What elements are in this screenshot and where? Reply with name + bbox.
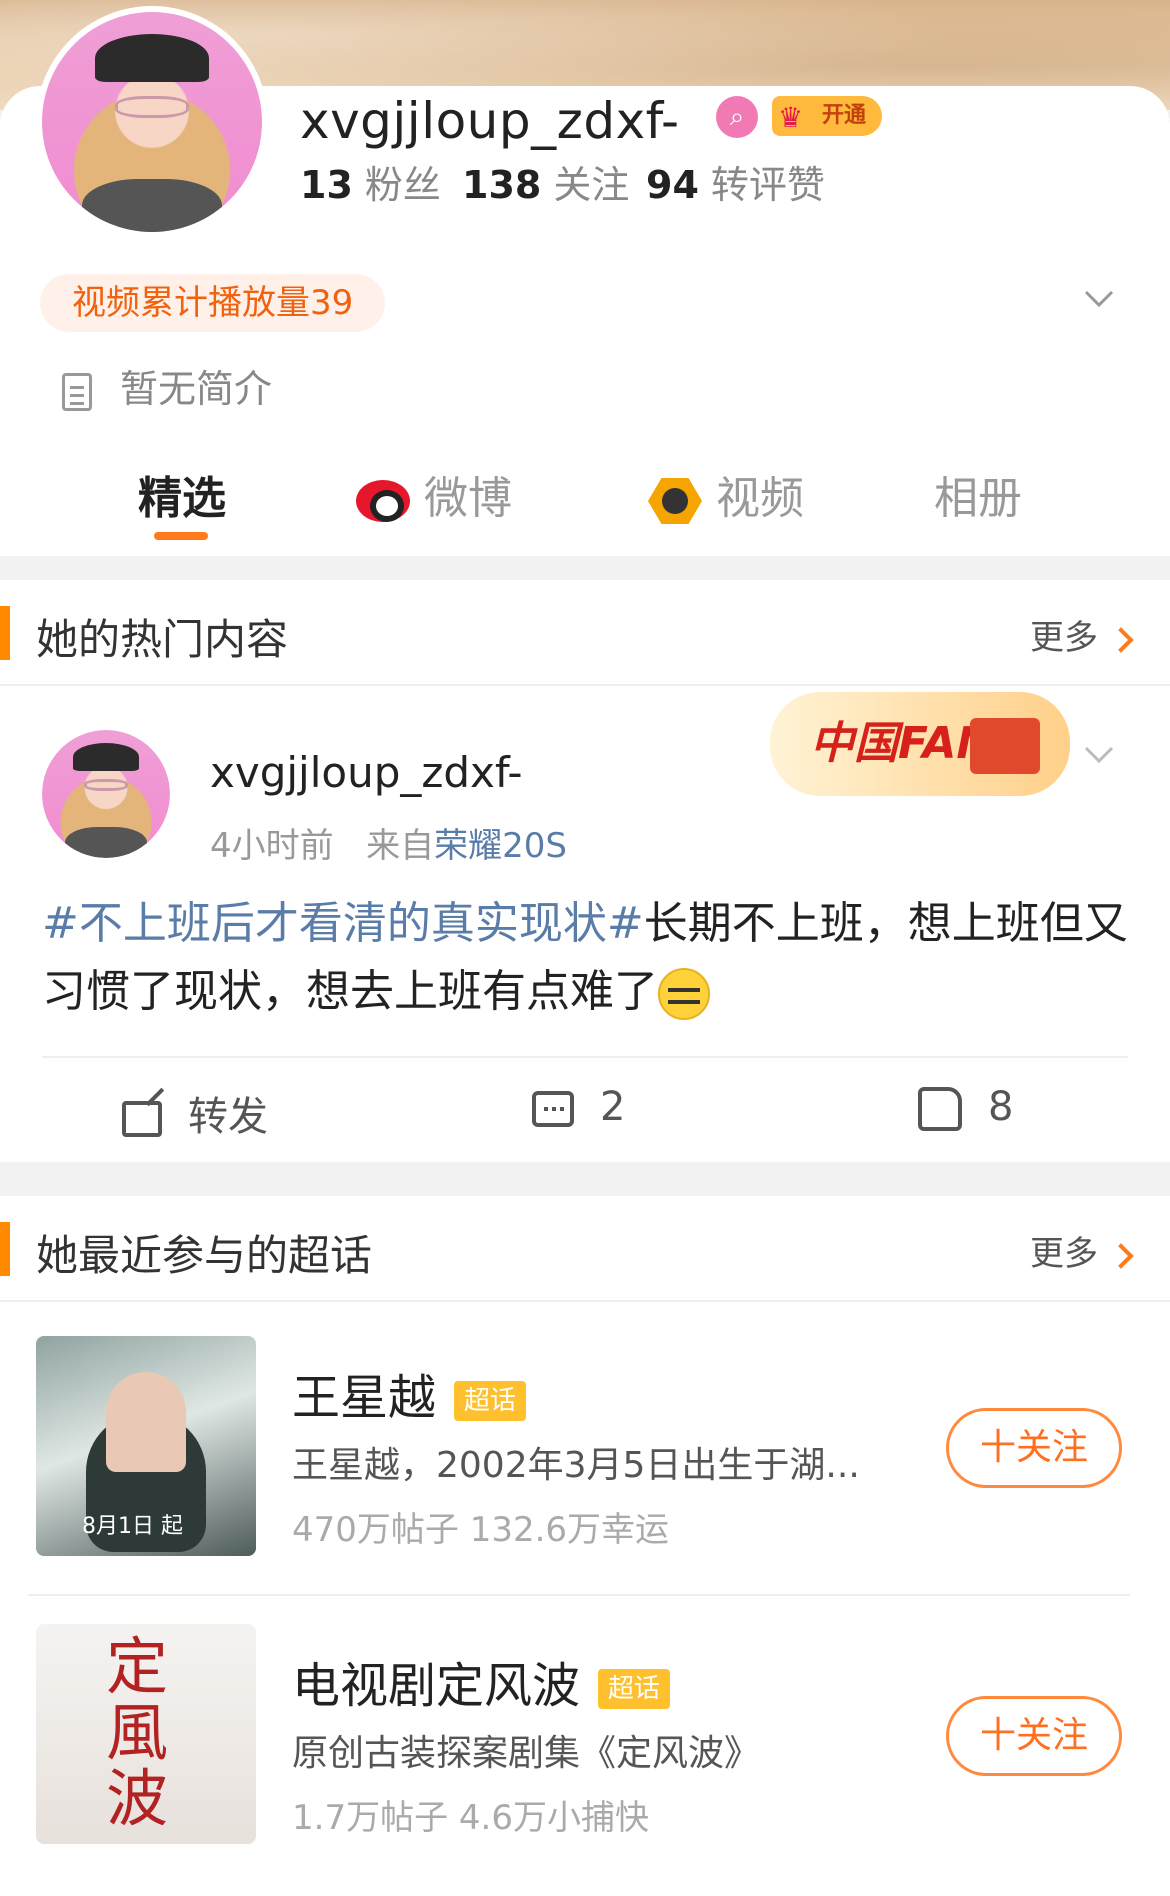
super-topic-tag: 超话 (598, 1669, 671, 1709)
active-tab-indicator (154, 532, 208, 540)
super-more-link[interactable]: 更多 (1030, 1226, 1134, 1275)
super-topic-name: 王星越 超话 (292, 1358, 527, 1428)
video-plays-pill[interactable]: 视频累计播放量39 (40, 274, 386, 332)
comment-icon (532, 1091, 574, 1127)
post-author-name[interactable]: xvgjjloup_zdxf- (210, 748, 523, 797)
post-text: #不上班后才看清的真实现状#长期不上班，想上班但又习惯了现状，想去上班有点难了 (42, 890, 1132, 1026)
vip-open-badge[interactable]: ♛ 开通 (772, 96, 883, 136)
super-topic-item[interactable]: 电视剧定风波超话 原创古装探案剧集《定风波》 1.7万帖子 4.6万小捕快 十关… (0, 1624, 1170, 1864)
hot-section-title: 她的热门内容 (36, 615, 289, 664)
section-accent-bar (0, 606, 10, 660)
thumbnail-caption: 8月1日 起 (82, 1514, 183, 1539)
bio-text: 暂无简介 (120, 367, 273, 411)
repost-button[interactable]: 转发 (122, 1084, 268, 1142)
share-icon (122, 1101, 162, 1137)
tab-featured[interactable]: 精选 (138, 462, 226, 526)
super-topic-desc: 原创古装探案剧集《定风波》 (292, 1733, 761, 1774)
hot-more-link[interactable]: 更多 (1030, 610, 1134, 659)
post-author-avatar[interactable] (42, 730, 170, 858)
super-section-header: 她最近参与的超话 更多 (0, 1196, 1170, 1302)
post-meta: 4小时前 来自荣耀20S (210, 818, 567, 867)
comment-button[interactable]: 2 (532, 1084, 625, 1130)
chevron-right-icon (1108, 1242, 1134, 1269)
tab-weibo[interactable]: 微博 (356, 462, 512, 526)
crown-icon: ♛ (778, 101, 804, 134)
stat-interactions[interactable]: 94 转评赞 (646, 154, 825, 209)
profile-username: xvgjjloup_zdxf- (300, 92, 680, 150)
hot-section-header: 她的热门内容 更多 (0, 580, 1170, 686)
section-accent-bar (0, 1222, 10, 1276)
super-topic-desc: 王星越，2002年3月5日出生于湖... (292, 1445, 860, 1486)
thumbs-up-icon (918, 1087, 962, 1131)
divider (42, 1056, 1128, 1058)
super-section-title: 她最近参与的超话 (36, 1231, 373, 1280)
bio: 暂无简介 (62, 358, 272, 413)
tab-album[interactable]: 相册 (934, 462, 1022, 526)
tab-video[interactable]: 视频 (648, 462, 804, 526)
super-topic-tag: 超话 (454, 1381, 527, 1421)
expand-chevron-icon[interactable] (1084, 284, 1114, 314)
super-topic-stats: 470万帖子 132.6万幸运 (292, 1510, 670, 1550)
post-device[interactable]: 荣耀20S (434, 826, 567, 866)
document-icon (62, 372, 92, 411)
weibo-logo-icon (356, 480, 410, 522)
super-search-icon[interactable]: ⌕ (716, 96, 758, 138)
vip-open-label: 开通 (822, 103, 867, 128)
super-topic-stats: 1.7万帖子 4.6万小捕快 (292, 1798, 649, 1838)
post-topic-link[interactable]: #不上班后才看清的真实现状# (42, 898, 644, 949)
speechless-emoji-icon (658, 968, 710, 1020)
stat-following[interactable]: 138 关注 (462, 154, 629, 209)
post-menu-chevron-icon[interactable] (1084, 740, 1114, 770)
super-topic-thumbnail (36, 1624, 256, 1844)
like-button[interactable]: 8 (918, 1084, 1013, 1131)
video-channel-icon (648, 478, 702, 524)
profile-avatar[interactable] (36, 6, 268, 238)
china-fans-badge[interactable]: 中国FANS (770, 692, 1070, 796)
divider (28, 1594, 1130, 1596)
super-topic-thumbnail: 8月1日 起 (36, 1336, 256, 1556)
stat-fans[interactable]: 13 粉丝 (300, 154, 441, 209)
super-topic-item[interactable]: 8月1日 起 王星越 超话 王星越，2002年3月5日出生于湖... 470万帖子… (0, 1336, 1170, 1576)
super-topics-section: 她最近参与的超话 更多 8月1日 起 王星越 超话 王星越，2002年3月5日出生… (0, 1196, 1170, 1896)
hot-content-section: 她的热门内容 更多 xvgjjloup_zdxf- 4小时前 来自荣耀20S 中… (0, 580, 1170, 1162)
chevron-right-icon (1108, 626, 1134, 653)
post-from-prefix: 来自 (366, 826, 435, 866)
follow-button[interactable]: 十关注 (946, 1408, 1122, 1488)
super-topic-name: 电视剧定风波 超话 (292, 1646, 671, 1716)
follow-button[interactable]: 十关注 (946, 1696, 1122, 1776)
post-time: 4小时前 (210, 826, 334, 866)
